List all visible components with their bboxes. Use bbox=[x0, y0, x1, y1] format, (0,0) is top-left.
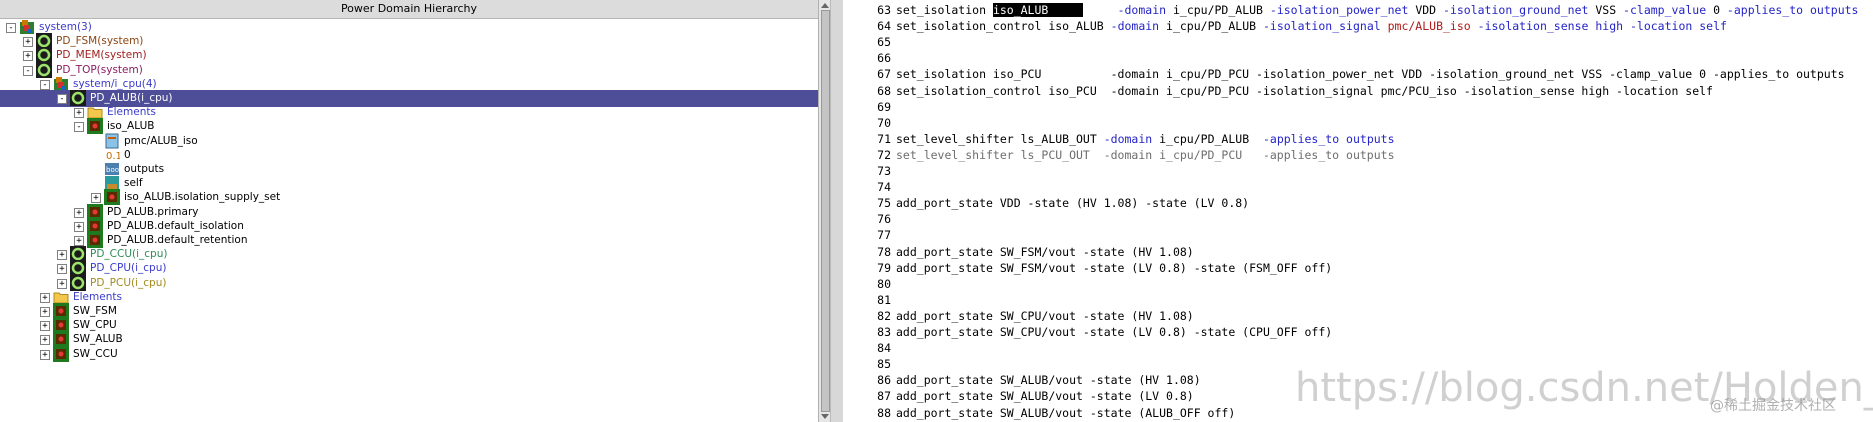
collapse-icon[interactable]: - bbox=[74, 122, 84, 133]
line-number: 69 bbox=[877, 99, 891, 114]
scroll-down-icon[interactable] bbox=[821, 414, 829, 419]
expand-icon[interactable]: + bbox=[74, 108, 84, 119]
line-text: add_port_state SW_FSM/vout -state (LV 0.… bbox=[896, 260, 1333, 275]
tree-row[interactable]: + SW_CCU bbox=[0, 345, 818, 363]
line-text: set_isolation_control iso_ALUB -domain i… bbox=[896, 19, 1727, 34]
line-number: 68 bbox=[877, 83, 891, 98]
line-number: 72 bbox=[877, 147, 891, 162]
line-text: add_port_state SW_CPU/vout -state (HV 1.… bbox=[896, 308, 1194, 323]
expand-icon[interactable]: + bbox=[40, 307, 50, 317]
line-text: add_port_state SW_ALUB/vout -state (LV 0… bbox=[896, 389, 1194, 404]
line-text: add_port_state SW_ALUB/vout -state (ALUB… bbox=[896, 405, 1236, 420]
expand-icon[interactable]: + bbox=[57, 278, 67, 289]
expand-icon[interactable]: + bbox=[57, 250, 67, 261]
line-text: add_port_state SW_ALUB/vout -state (HV 1… bbox=[896, 373, 1201, 388]
collapse-icon[interactable]: - bbox=[57, 94, 67, 104]
panel-title: Power Domain Hierarchy bbox=[0, 0, 818, 19]
expand-icon[interactable]: + bbox=[74, 221, 84, 232]
expand-icon[interactable]: + bbox=[23, 37, 33, 48]
expand-icon[interactable]: + bbox=[40, 335, 50, 346]
line-number: 80 bbox=[877, 276, 891, 291]
line-text: set_isolation iso_ALUB -domain i_cpu/PD_… bbox=[896, 3, 1859, 17]
line-text: set_level_shifter ls_ALUB_OUT -domain i_… bbox=[896, 131, 1395, 146]
line-number: 86 bbox=[877, 373, 891, 388]
line-number: 83 bbox=[877, 325, 891, 339]
line-number: 78 bbox=[877, 244, 891, 259]
expand-icon[interactable]: + bbox=[40, 349, 50, 360]
line-text: add_port_state SW_FSM/vout -state (HV 1.… bbox=[896, 244, 1194, 259]
expand-icon[interactable]: + bbox=[74, 236, 84, 246]
scroll-up-icon[interactable] bbox=[821, 3, 829, 8]
line-number: 75 bbox=[877, 196, 891, 211]
scroll-thumb[interactable] bbox=[821, 10, 830, 412]
line-text: add_port_state VDD -state (HV 1.08) -sta… bbox=[896, 196, 1250, 211]
line-text: set_isolation iso_PCU -domain i_cpu/PD_P… bbox=[896, 67, 1845, 82]
svg-text:boo: boo bbox=[106, 166, 119, 174]
line-number: 77 bbox=[877, 228, 891, 243]
line-text: set_level_shifter ls_PCU_OUT -domain i_c… bbox=[896, 147, 1395, 162]
watermark-credit: @稀土掘金技术社区 bbox=[1710, 398, 1836, 414]
expand-icon[interactable]: + bbox=[74, 207, 84, 218]
line-number: 67 bbox=[877, 67, 891, 82]
source-editor[interactable]: 63 set_isolation iso_ALUB -domain i_cpu/P… bbox=[843, 0, 1873, 422]
line-number: 76 bbox=[877, 212, 891, 227]
line-number: 79 bbox=[877, 260, 891, 275]
expand-icon[interactable]: + bbox=[57, 264, 67, 275]
collapse-icon[interactable]: - bbox=[40, 79, 50, 90]
line-number: 73 bbox=[877, 164, 891, 178]
line-number: 63 bbox=[877, 3, 891, 17]
chip-icon bbox=[53, 345, 69, 362]
expand-icon[interactable]: + bbox=[40, 321, 50, 332]
line-number: 88 bbox=[877, 405, 891, 420]
expand-icon[interactable]: + bbox=[23, 51, 33, 62]
splitter[interactable] bbox=[830, 0, 844, 422]
power-domain-hierarchy-panel: Power Domain Hierarchy - system(3) + PD_FSM… bbox=[0, 0, 831, 422]
line-number: 87 bbox=[877, 389, 891, 404]
line-number: 81 bbox=[877, 292, 891, 307]
line-number: 82 bbox=[877, 308, 891, 323]
line-text: add_port_state SW_CPU/vout -state (LV 0.… bbox=[896, 325, 1333, 339]
expand-icon[interactable]: + bbox=[40, 292, 50, 303]
collapse-icon[interactable]: - bbox=[23, 65, 33, 76]
line-number: 84 bbox=[877, 341, 891, 356]
tree-label: SW_CCU bbox=[73, 347, 118, 360]
line-number: 66 bbox=[877, 51, 891, 66]
line-number: 65 bbox=[877, 35, 891, 50]
expand-icon[interactable]: + bbox=[91, 193, 101, 204]
collapse-icon[interactable]: - bbox=[6, 23, 16, 33]
line-number: 85 bbox=[877, 357, 891, 372]
line-number: 64 bbox=[877, 19, 891, 34]
hierarchy-tree[interactable]: - system(3) + PD_FSM(system) + PD_MEM(system)… bbox=[0, 19, 818, 422]
line-number: 71 bbox=[877, 131, 891, 146]
line-number: 74 bbox=[877, 180, 891, 195]
line-number: 70 bbox=[877, 115, 891, 130]
line-text: set_isolation_control iso_PCU -domain i_… bbox=[896, 83, 1713, 98]
